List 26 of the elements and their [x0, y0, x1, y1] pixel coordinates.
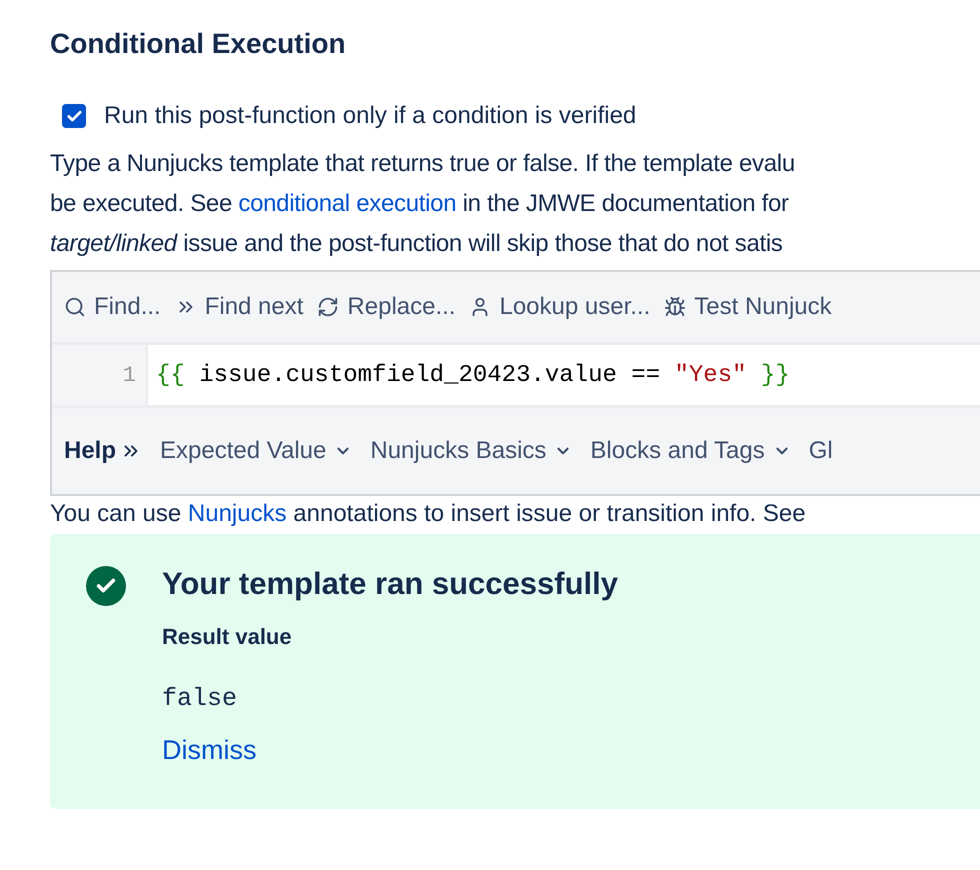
checkbox-label: Run this post-function only if a condition is verified	[104, 102, 636, 130]
hint-text: You can use Nunjucks annotations to insert issue or transition info. See	[50, 500, 807, 528]
line-number: 1	[122, 362, 136, 388]
user-tool-button[interactable]: Lookup user...	[469, 293, 650, 321]
replace-tool-button[interactable]: Replace...	[317, 293, 456, 321]
code-line[interactable]: {{ issue.customfield_20423.value == "Yes" }}	[156, 362, 790, 388]
result-label: Result value	[162, 624, 293, 650]
dismiss-link[interactable]: Dismiss	[162, 735, 256, 766]
refresh-icon	[317, 296, 340, 318]
help-menu[interactable]: Blocks and Tags	[590, 437, 791, 465]
result-value: false	[162, 684, 238, 713]
checkbox[interactable]	[62, 104, 86, 128]
nunjucks-link[interactable]: Nunjucks	[188, 500, 287, 527]
search-tool-button[interactable]: Find...	[64, 293, 161, 321]
description-text: Type a Nunjucks template that returns true or false. If the template evalu be executed. See conditional execution in the JMWE documentation for target/linked issue and the post-function will skip those that do not satis	[50, 149, 796, 259]
section-title: Conditional Execution	[50, 28, 347, 60]
bug-icon	[664, 296, 686, 318]
bug-tool-button[interactable]: Test Nunjuck	[664, 293, 832, 321]
documentation-link[interactable]: conditional execution	[238, 190, 456, 217]
help-menu[interactable]: Nunjucks Basics	[370, 437, 572, 465]
help-menu[interactable]: Expected Value	[160, 437, 352, 465]
help-menu[interactable]: Gl	[808, 437, 833, 465]
result-title: Your template ran successfully	[162, 566, 618, 602]
help-label: Help	[64, 437, 116, 465]
next-tool-button[interactable]: Find next	[174, 293, 304, 321]
search-icon	[64, 296, 86, 318]
